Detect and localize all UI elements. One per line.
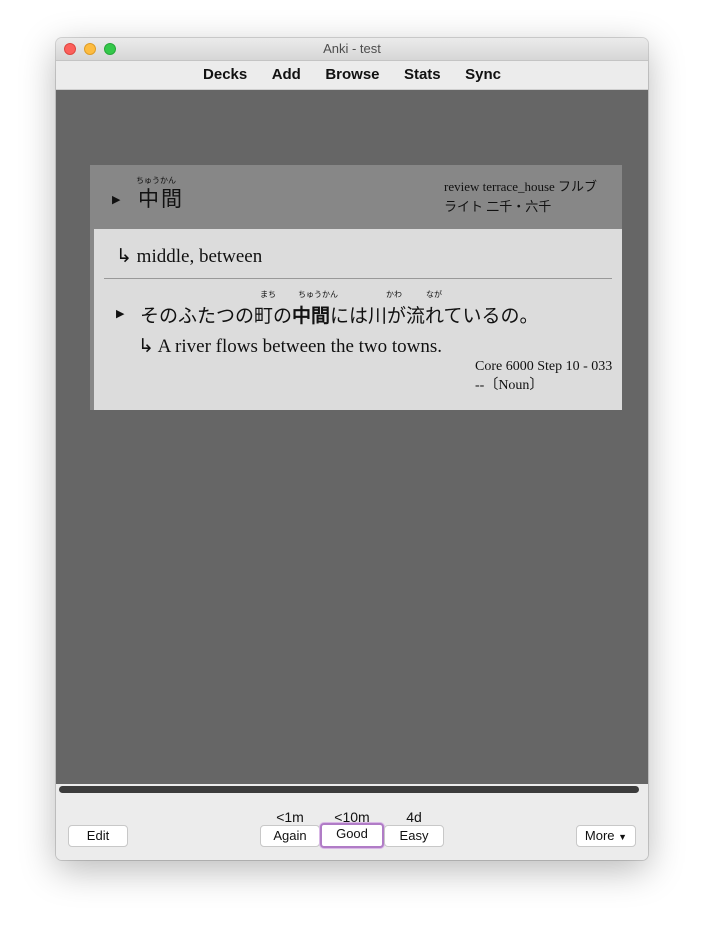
- card-source: Core 6000 Step 10 - 033 --〔Noun〕: [475, 357, 612, 395]
- ruby-chuukan: ちゅうかん: [298, 290, 338, 299]
- caret-down-icon: ▼: [618, 832, 628, 842]
- translation-text: A river flows between the two towns.: [157, 336, 443, 357]
- toolbar-decks[interactable]: Decks: [203, 61, 247, 89]
- toolbar-sync[interactable]: Sync: [465, 61, 501, 89]
- return-arrow-icon: ↳: [116, 245, 132, 267]
- example-sentence: そのふたつの町の中間には川が流れているの。: [140, 301, 538, 328]
- translation-row: ↳ A river flows between the two towns.: [138, 335, 442, 358]
- card-tags: review terrace_house フルブ ライト 二千・六千: [444, 177, 614, 217]
- easy-button[interactable]: Easy: [384, 825, 444, 847]
- sentence-pre: そのふたつの町の: [140, 306, 293, 327]
- more-label: More: [584, 828, 615, 843]
- toolbar-stats[interactable]: Stats: [404, 61, 441, 89]
- again-interval: <1m: [276, 809, 304, 825]
- divider: [104, 278, 612, 279]
- answer-bar: Edit <1m Again <10m Good 4d Easy More ▼: [56, 796, 648, 860]
- good-button[interactable]: Good: [320, 823, 384, 848]
- source-line-2: --〔Noun〕: [475, 378, 544, 393]
- scrollbar-thumb[interactable]: [59, 786, 639, 793]
- edit-button[interactable]: Edit: [68, 825, 128, 847]
- play-triangle-icon[interactable]: ▶: [116, 307, 124, 320]
- ruby-naga: なが: [426, 290, 442, 299]
- more-button[interactable]: More ▼: [576, 825, 636, 847]
- main-toolbar: Decks Add Browse Stats Sync: [56, 61, 648, 90]
- card-front: ▶ ちゅうかん 中間 review terrace_house フルブ ライト …: [90, 165, 622, 229]
- again-button[interactable]: Again: [260, 825, 320, 847]
- window-title: Anki - test: [323, 41, 381, 56]
- easy-interval: 4d: [406, 809, 422, 825]
- toolbar-browse[interactable]: Browse: [325, 61, 379, 89]
- vocab-word: 中間: [138, 187, 184, 211]
- ruby-machi: まち: [260, 290, 276, 299]
- tags-line-2: ライト 二千・六千: [444, 199, 552, 214]
- sentence-post: には川が流れているの。: [330, 306, 539, 327]
- title-bar: Anki - test: [56, 38, 648, 61]
- sentence-keyword: 中間: [292, 306, 331, 327]
- meaning-row: ↳ middle, between: [116, 245, 262, 268]
- horizontal-scrollbar[interactable]: [56, 784, 648, 796]
- source-line-1: Core 6000 Step 10 - 033: [475, 359, 613, 374]
- review-area: ▶ ちゅうかん 中間 review terrace_house フルブ ライト …: [56, 90, 648, 784]
- ruby-kawa: かわ: [386, 290, 402, 299]
- anki-window: Anki - test Decks Add Browse Stats Sync …: [56, 38, 648, 860]
- meaning-text: middle, between: [136, 246, 263, 267]
- tags-line-1: review terrace_house フルブ: [444, 179, 598, 194]
- return-arrow-icon: ↳: [138, 335, 154, 357]
- card-back: ↳ middle, between ▶ まち ちゅうかん かわ なが そのふたつ…: [90, 229, 622, 410]
- toolbar-add[interactable]: Add: [272, 61, 301, 89]
- play-triangle-icon[interactable]: ▶: [112, 193, 120, 206]
